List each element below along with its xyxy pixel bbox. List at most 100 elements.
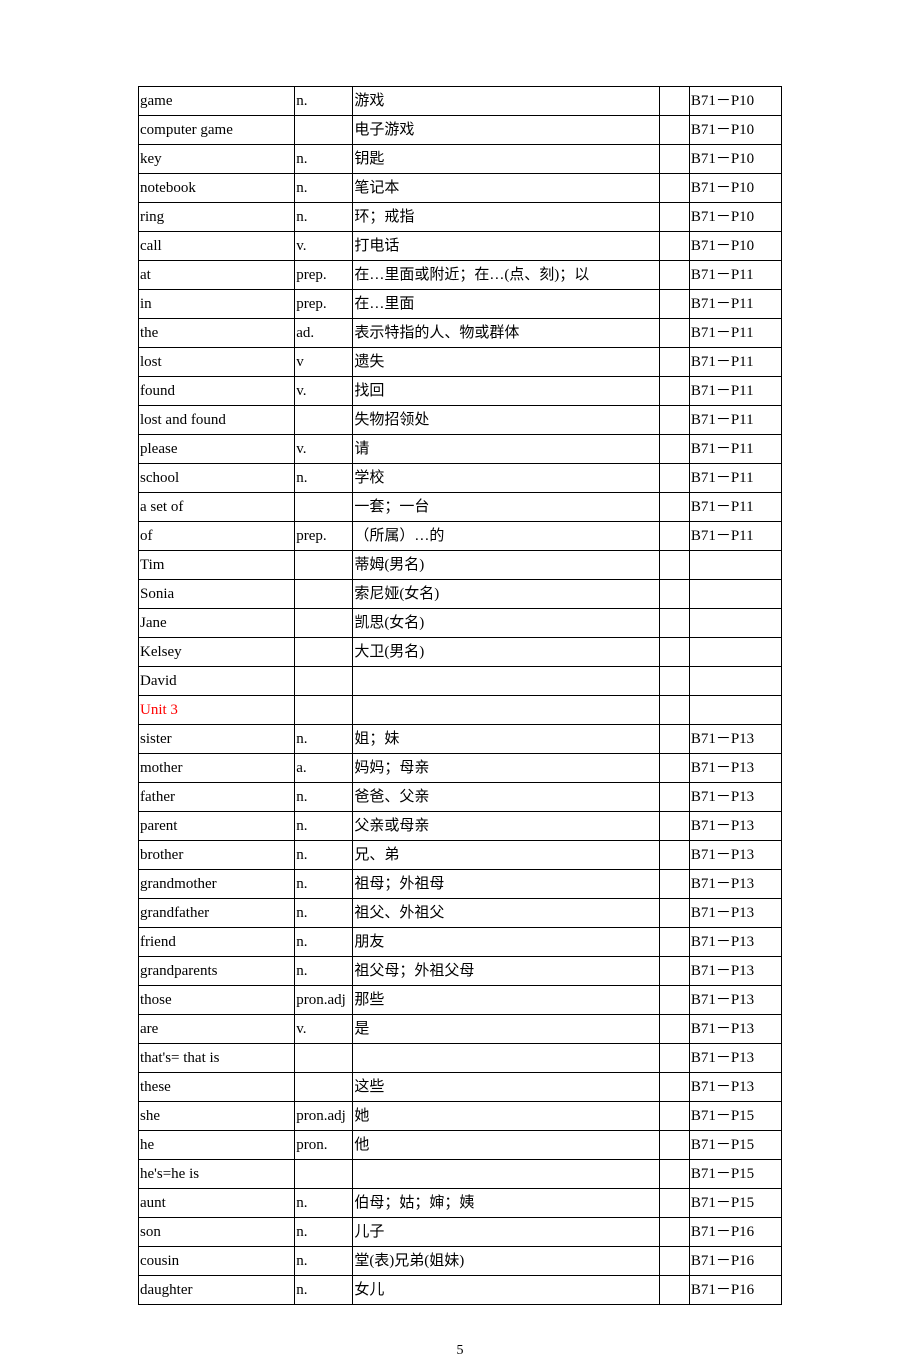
reference-cell: B71－P15 (689, 1160, 781, 1189)
word-cell: Jane (139, 609, 295, 638)
spacer-cell (659, 1102, 689, 1131)
spacer-cell (659, 754, 689, 783)
word-cell: daughter (139, 1276, 295, 1305)
reference-cell: B71－P13 (689, 812, 781, 841)
table-row: sonn.儿子B71－P16 (139, 1218, 782, 1247)
reference-cell: B71－P16 (689, 1247, 781, 1276)
word-cell: brother (139, 841, 295, 870)
spacer-cell (659, 580, 689, 609)
definition-cell: 朋友 (353, 928, 659, 957)
reference-cell: B71－P11 (689, 348, 781, 377)
reference-cell: B71－P10 (689, 145, 781, 174)
vocabulary-table: gamen.游戏B71－P10computer game电子游戏B71－P10k… (138, 86, 782, 1305)
table-row: pleasev.请B71－P11 (139, 435, 782, 464)
word-cell: David (139, 667, 295, 696)
reference-cell: B71－P11 (689, 290, 781, 319)
definition-cell: 在…里面或附近；在…(点、刻)；以 (353, 261, 659, 290)
word-cell: Kelsey (139, 638, 295, 667)
reference-cell (689, 580, 781, 609)
reference-cell: B71－P10 (689, 116, 781, 145)
word-cell: lost and found (139, 406, 295, 435)
word-cell: of (139, 522, 295, 551)
reference-cell: B71－P16 (689, 1218, 781, 1247)
word-cell: parent (139, 812, 295, 841)
word-cell: those (139, 986, 295, 1015)
spacer-cell (659, 899, 689, 928)
table-row: Jane凯思(女名) (139, 609, 782, 638)
word-cell: key (139, 145, 295, 174)
spacer-cell (659, 812, 689, 841)
table-row: inprep.在…里面B71－P11 (139, 290, 782, 319)
document-page: gamen.游戏B71－P10computer game电子游戏B71－P10k… (0, 0, 920, 1359)
word-cell: sister (139, 725, 295, 754)
table-row: grandfathern.祖父、外祖父B71－P13 (139, 899, 782, 928)
pos-cell: a. (295, 754, 353, 783)
table-row: ofprep.（所属）…的B71－P11 (139, 522, 782, 551)
pos-cell: n. (295, 1218, 353, 1247)
definition-cell: 那些 (353, 986, 659, 1015)
table-row: thead.表示特指的人、物或群体B71－P11 (139, 319, 782, 348)
definition-cell: （所属）…的 (353, 522, 659, 551)
spacer-cell (659, 957, 689, 986)
reference-cell (689, 667, 781, 696)
spacer-cell (659, 116, 689, 145)
reference-cell: B71－P10 (689, 174, 781, 203)
spacer-cell (659, 377, 689, 406)
table-row: friendn.朋友B71－P13 (139, 928, 782, 957)
spacer-cell (659, 261, 689, 290)
word-cell: lost (139, 348, 295, 377)
spacer-cell (659, 986, 689, 1015)
pos-cell: n. (295, 1276, 353, 1305)
word-cell: grandparents (139, 957, 295, 986)
spacer-cell (659, 725, 689, 754)
word-cell: son (139, 1218, 295, 1247)
spacer-cell (659, 1247, 689, 1276)
spacer-cell (659, 1044, 689, 1073)
pos-cell: n. (295, 1247, 353, 1276)
definition-cell: 祖父、外祖父 (353, 899, 659, 928)
pos-cell (295, 1073, 353, 1102)
word-cell: aunt (139, 1189, 295, 1218)
reference-cell: B71－P11 (689, 522, 781, 551)
reference-cell: B71－P13 (689, 725, 781, 754)
reference-cell: B71－P15 (689, 1102, 781, 1131)
spacer-cell (659, 551, 689, 580)
word-cell: friend (139, 928, 295, 957)
definition-cell: 这些 (353, 1073, 659, 1102)
definition-cell: 女儿 (353, 1276, 659, 1305)
word-cell: Unit 3 (139, 696, 295, 725)
spacer-cell (659, 464, 689, 493)
pos-cell (295, 667, 353, 696)
table-row: fathern.爸爸、父亲B71－P13 (139, 783, 782, 812)
spacer-cell (659, 870, 689, 899)
definition-cell: 游戏 (353, 87, 659, 116)
definition-cell (353, 696, 659, 725)
table-row: thosepron.adj那些B71－P13 (139, 986, 782, 1015)
table-row: notebookn.笔记本B71－P10 (139, 174, 782, 203)
word-cell: notebook (139, 174, 295, 203)
spacer-cell (659, 1160, 689, 1189)
pos-cell: v (295, 348, 353, 377)
spacer-cell (659, 928, 689, 957)
pos-cell (295, 638, 353, 667)
reference-cell: B71－P11 (689, 406, 781, 435)
spacer-cell (659, 290, 689, 319)
table-row: ringn.环；戒指B71－P10 (139, 203, 782, 232)
pos-cell: n. (295, 174, 353, 203)
table-row: keyn.钥匙B71－P10 (139, 145, 782, 174)
table-row: David (139, 667, 782, 696)
table-row: gamen.游戏B71－P10 (139, 87, 782, 116)
table-row: grandmothern.祖母；外祖母B71－P13 (139, 870, 782, 899)
word-cell: mother (139, 754, 295, 783)
table-row: he's=he isB71－P15 (139, 1160, 782, 1189)
word-cell: grandmother (139, 870, 295, 899)
word-cell: father (139, 783, 295, 812)
reference-cell (689, 551, 781, 580)
pos-cell: n. (295, 957, 353, 986)
table-row: shepron.adj她B71－P15 (139, 1102, 782, 1131)
reference-cell: B71－P10 (689, 232, 781, 261)
spacer-cell (659, 319, 689, 348)
spacer-cell (659, 667, 689, 696)
word-cell: game (139, 87, 295, 116)
definition-cell: 环；戒指 (353, 203, 659, 232)
